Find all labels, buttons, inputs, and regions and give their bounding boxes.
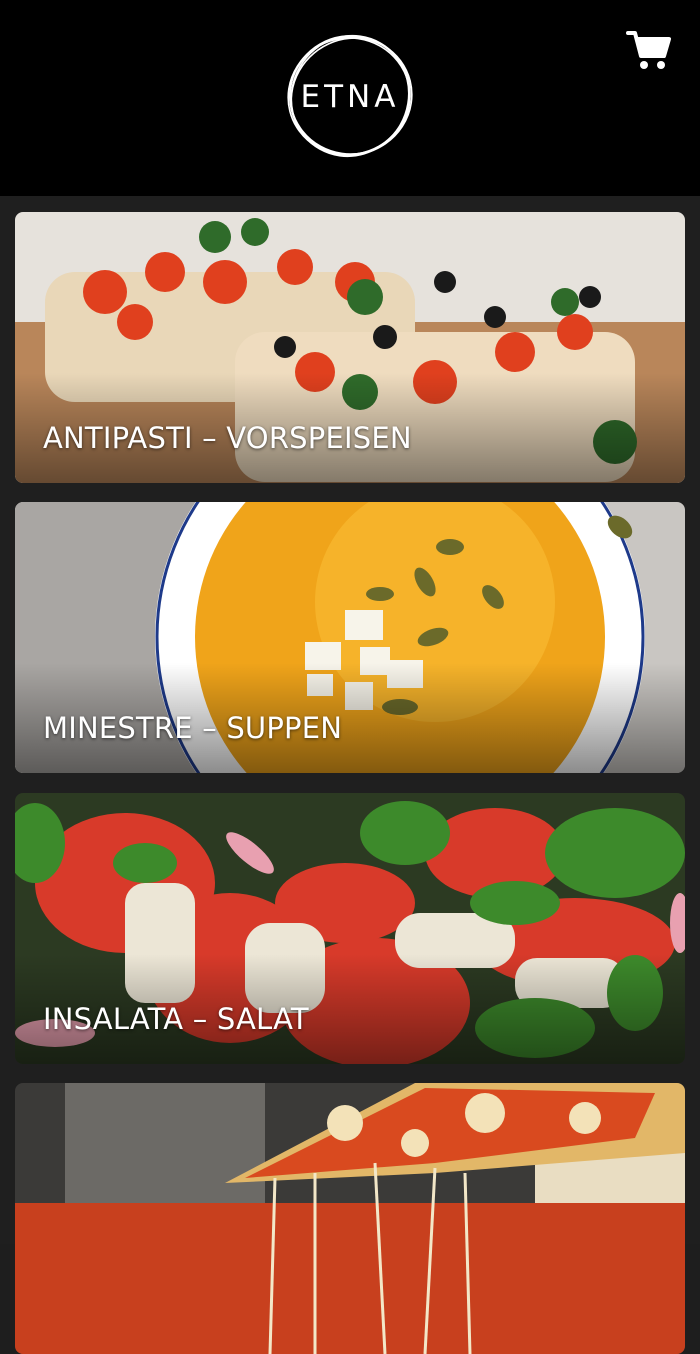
pizza-image [15, 1083, 685, 1354]
category-card-pizza[interactable] [15, 1083, 685, 1354]
shopping-cart-icon [626, 31, 671, 69]
app-header: ETNA [0, 0, 700, 196]
logo-text: ETNA [300, 79, 400, 115]
category-card-minestre[interactable]: MINESTRE – SUPPEN [15, 502, 685, 773]
category-label: ANTIPASTI – VORSPEISEN [43, 421, 412, 455]
category-card-insalata[interactable]: INSALATA – SALAT [15, 793, 685, 1064]
category-label: INSALATA – SALAT [43, 1002, 309, 1036]
category-label: MINESTRE – SUPPEN [43, 711, 343, 745]
category-list: ANTIPASTI – VORSPEISEN MINESTRE – SUPPEN… [0, 196, 700, 1354]
cart-button[interactable] [626, 28, 672, 72]
etna-logo[interactable]: ETNA [284, 30, 416, 162]
category-card-antipasti[interactable]: ANTIPASTI – VORSPEISEN [15, 212, 685, 483]
